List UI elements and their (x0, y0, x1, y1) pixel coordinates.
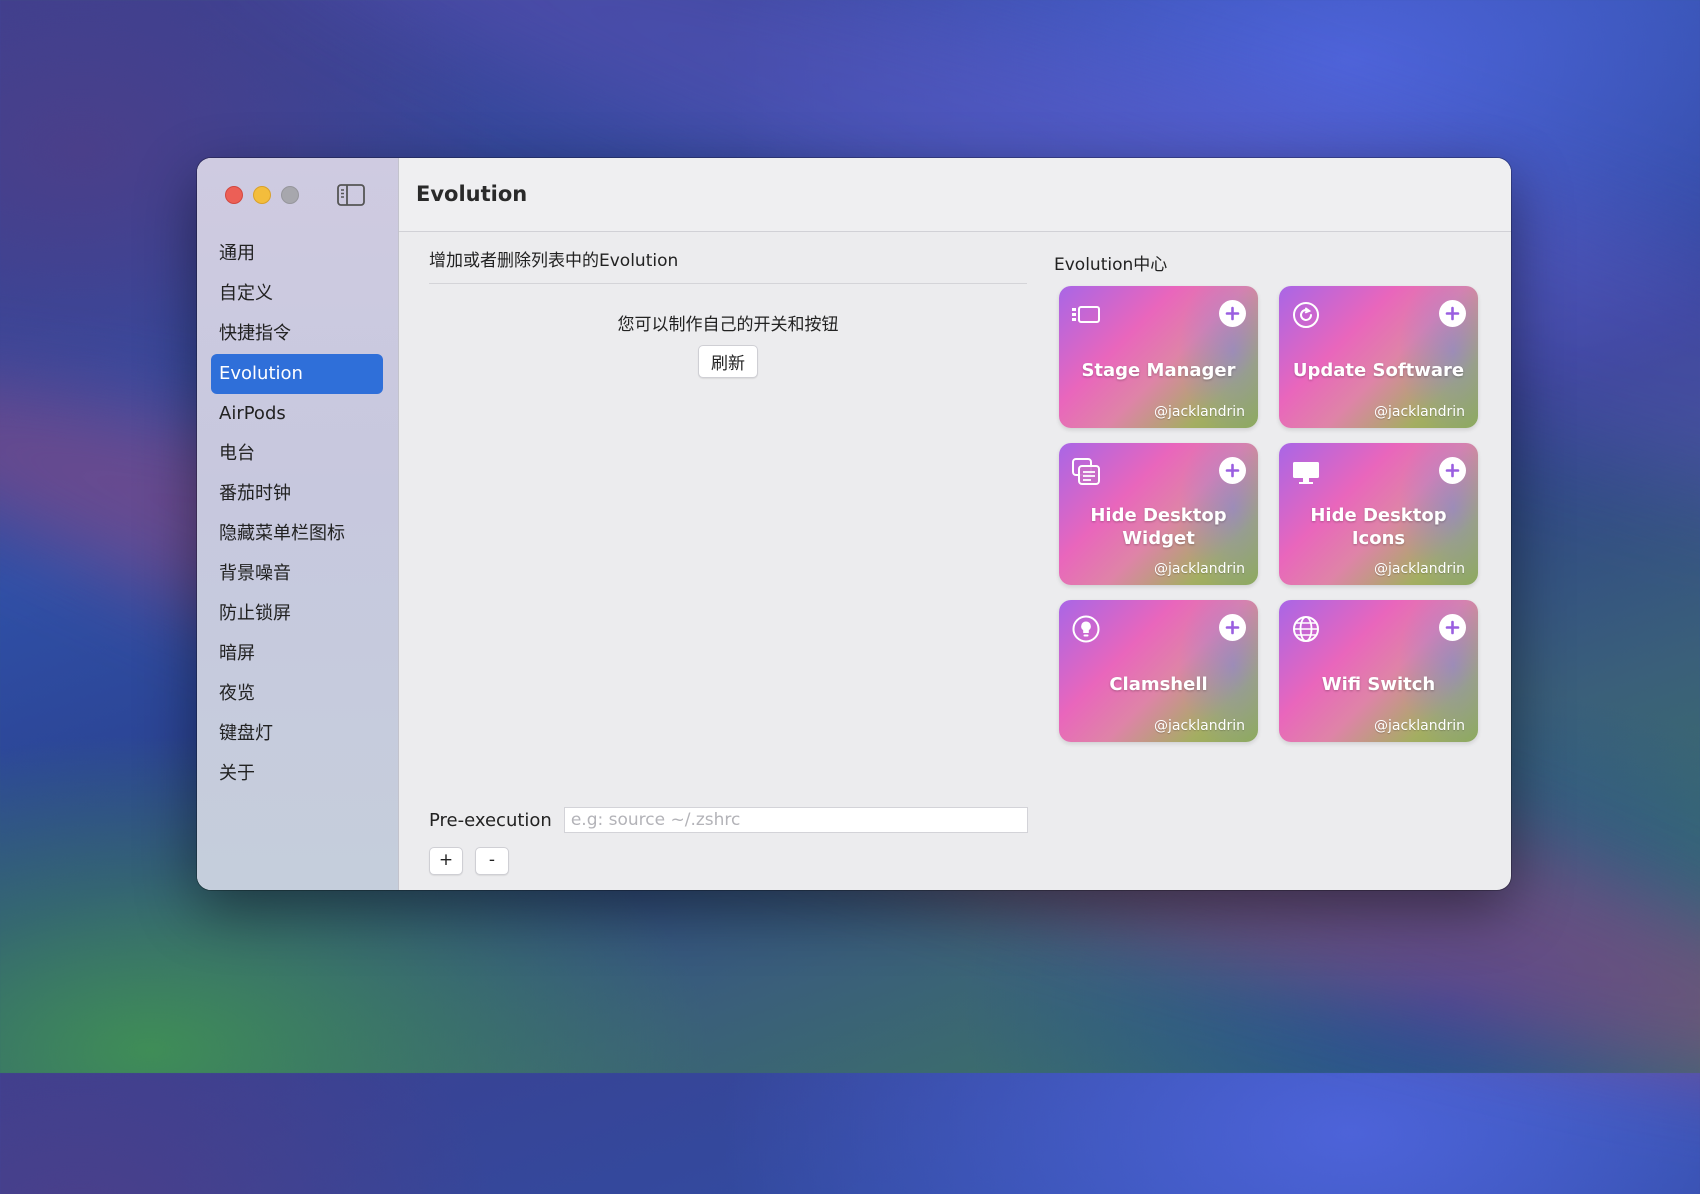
evolution-card-stage-manager[interactable]: Stage Manager @jacklandrin (1059, 286, 1258, 428)
section-heading: 增加或者删除列表中的Evolution (429, 246, 1027, 284)
add-card-button[interactable] (1439, 614, 1466, 641)
add-card-button[interactable] (1219, 457, 1246, 484)
add-button[interactable]: + (429, 847, 463, 875)
pre-execution-row: Pre-execution (429, 807, 1028, 833)
evolution-card-hide-desktop-widget[interactable]: Hide Desktop Widget @jacklandrin (1059, 443, 1258, 585)
card-author: @jacklandrin (1373, 718, 1465, 734)
window-controls (225, 186, 299, 204)
sidebar-item-prevent-lock[interactable]: 防止锁屏 (211, 594, 383, 634)
evolution-card-hide-desktop-icons[interactable]: Hide Desktop Icons @jacklandrin (1279, 443, 1478, 585)
evolution-card-clamshell[interactable]: Clamshell @jacklandrin (1059, 600, 1258, 742)
plus-icon (1225, 306, 1240, 321)
stage-manager-icon (1072, 306, 1100, 323)
desktop-icon (1293, 462, 1319, 484)
sidebar-item-dim-screen[interactable]: 暗屏 (211, 634, 383, 674)
evolution-card-wifi-switch[interactable]: Wifi Switch @jacklandrin (1279, 600, 1478, 742)
sidebar-item-airpods[interactable]: AirPods (211, 394, 383, 434)
list-edit-buttons: + - (429, 847, 509, 875)
toolbar: Evolution (399, 158, 1511, 232)
hint-text: 您可以制作自己的开关和按钮 (617, 315, 839, 335)
evolution-list-section: 增加或者删除列表中的Evolution 您可以制作自己的开关和按钮 刷新 (429, 232, 1027, 378)
sidebar-item-shortcuts[interactable]: 快捷指令 (211, 314, 383, 354)
sidebar: 通用 自定义 快捷指令 Evolution AirPods 电台 番茄时钟 隐藏… (197, 158, 399, 890)
card-author: @jacklandrin (1153, 404, 1245, 420)
pre-execution-label: Pre-execution (429, 809, 552, 831)
globe-icon (1293, 616, 1319, 642)
card-title: Wifi Switch (1321, 673, 1436, 695)
plus-icon (1445, 306, 1460, 321)
app-window: 通用 自定义 快捷指令 Evolution AirPods 电台 番茄时钟 隐藏… (197, 158, 1511, 890)
sidebar-item-pomodoro[interactable]: 番茄时钟 (211, 474, 383, 514)
sidebar-item-background-noise[interactable]: 背景噪音 (211, 554, 383, 594)
card-author: @jacklandrin (1153, 561, 1245, 577)
refresh-button[interactable]: 刷新 (698, 345, 758, 378)
evolution-card-update-software[interactable]: Update Software @jacklandrin (1279, 286, 1478, 428)
sidebar-nav: 通用 自定义 快捷指令 Evolution AirPods 电台 番茄时钟 隐藏… (211, 234, 383, 794)
sidebar-item-night-shift[interactable]: 夜览 (211, 674, 383, 714)
add-card-button[interactable] (1219, 300, 1246, 327)
remove-button[interactable]: - (475, 847, 509, 875)
page-title: Evolution (416, 182, 528, 206)
card-author: @jacklandrin (1153, 718, 1245, 734)
lightbulb-icon (1072, 615, 1100, 643)
card-title: Hide Desktop Widget (1090, 505, 1227, 549)
widgets-icon (1072, 458, 1100, 485)
plus-icon (1445, 620, 1460, 635)
zoom-button[interactable] (281, 186, 299, 204)
card-title: Clamshell (1109, 673, 1208, 695)
sidebar-item-radio[interactable]: 电台 (211, 434, 383, 474)
card-title: Hide Desktop Icons (1310, 505, 1447, 549)
add-card-button[interactable] (1219, 614, 1246, 641)
sidebar-item-about[interactable]: 关于 (211, 754, 383, 794)
minimize-button[interactable] (253, 186, 271, 204)
add-card-button[interactable] (1439, 457, 1466, 484)
sidebar-item-customize[interactable]: 自定义 (211, 274, 383, 314)
add-card-button[interactable] (1439, 300, 1466, 327)
sidebar-item-general[interactable]: 通用 (211, 234, 383, 274)
refresh-gear-icon (1293, 302, 1319, 328)
evolution-center-title: Evolution中心 (1054, 255, 1168, 275)
main-panel: Evolution 增加或者删除列表中的Evolution 您可以制作自己的开关… (399, 158, 1511, 890)
pre-execution-input[interactable] (563, 807, 1028, 833)
sidebar-toggle-icon[interactable] (337, 184, 365, 206)
plus-icon (1445, 463, 1460, 478)
close-button[interactable] (225, 186, 243, 204)
sidebar-item-evolution[interactable]: Evolution (211, 354, 383, 394)
sidebar-item-hide-menubar-icons[interactable]: 隐藏菜单栏图标 (211, 514, 383, 554)
plus-icon (1225, 463, 1240, 478)
card-author: @jacklandrin (1373, 404, 1465, 420)
card-title: Update Software (1292, 359, 1465, 381)
card-author: @jacklandrin (1373, 561, 1465, 577)
sidebar-item-keyboard-light[interactable]: 键盘灯 (211, 714, 383, 754)
plus-icon (1225, 620, 1240, 635)
card-title: Stage Manager (1081, 359, 1236, 381)
